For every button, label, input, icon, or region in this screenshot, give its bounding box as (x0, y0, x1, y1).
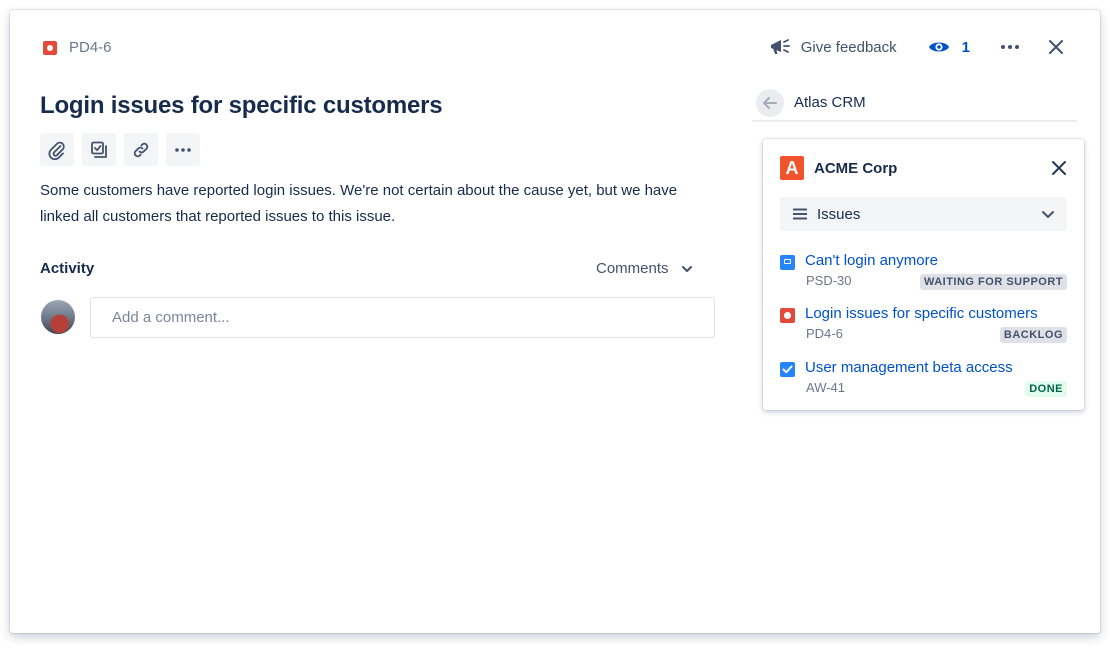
comment-input[interactable] (90, 297, 715, 338)
company-name[interactable]: ACME Corp (814, 160, 897, 177)
linked-issue-key: PD4-6 (806, 326, 843, 341)
more-icon (1001, 45, 1019, 49)
give-feedback-button[interactable]: Give feedback (769, 38, 897, 56)
activity-heading: Activity (40, 260, 95, 277)
close-card-button[interactable] (1051, 160, 1067, 176)
link-icon (133, 142, 149, 157)
close-icon (1052, 161, 1066, 175)
attach-button[interactable] (40, 133, 74, 166)
activity-filter-dropdown[interactable]: Comments (596, 260, 693, 277)
more-icon (175, 147, 191, 152)
link-issue-button[interactable] (124, 133, 158, 166)
issues-dropdown[interactable]: Issues (780, 197, 1067, 231)
app-name: Atlas CRM (794, 94, 866, 111)
megaphone-icon (770, 39, 790, 54)
linked-issue-title[interactable]: User management beta access (805, 359, 1013, 376)
eye-icon (928, 42, 949, 52)
watch-button[interactable]: 1 (928, 39, 970, 56)
company-card: A ACME Corp Issues Can't login anymore P… (763, 139, 1084, 410)
issue-key[interactable]: PD4-6 (69, 39, 112, 56)
status-badge: BACKLOG (999, 327, 1067, 343)
issue-modal: PD4-6 Give feedback 1 Login issues for s… (10, 10, 1100, 633)
linked-issue-item[interactable]: Can't login anymore PSD-30 WAITING FOR S… (780, 251, 1067, 291)
watch-count: 1 (961, 38, 970, 56)
activity-filter-value: Comments (596, 260, 669, 277)
linked-issue-title[interactable]: Can't login anymore (805, 252, 938, 269)
panel-header: Atlas CRM (752, 89, 1077, 122)
header-actions: Give feedback 1 (769, 36, 1064, 58)
company-header: A ACME Corp (780, 156, 1067, 180)
chevron-down-icon (1041, 210, 1055, 219)
paperclip-icon (48, 141, 65, 160)
add-subtask-button[interactable] (82, 133, 116, 166)
give-feedback-label: Give feedback (800, 38, 897, 56)
close-icon (1049, 40, 1063, 54)
issue-title[interactable]: Login issues for specific customers (40, 92, 443, 120)
more-actions-button[interactable] (1000, 44, 1020, 50)
bug-icon (43, 40, 57, 55)
avatar (41, 300, 75, 334)
linked-issue-item[interactable]: User management beta access AW-41 DONE (780, 358, 1067, 398)
company-logo: A (780, 156, 804, 180)
chevron-down-icon (681, 265, 692, 272)
linked-issue-item[interactable]: Login issues for specific customers PD4-… (780, 304, 1067, 344)
linked-issue-title[interactable]: Login issues for specific customers (805, 305, 1038, 322)
issue-description[interactable]: Some customers have reported login issue… (40, 178, 720, 230)
issue-toolbar (40, 133, 208, 166)
linked-issue-key: AW-41 (806, 380, 846, 395)
status-badge: WAITING FOR SUPPORT (919, 274, 1067, 290)
menu-icon (793, 208, 807, 220)
task-icon (780, 362, 795, 377)
subtask-icon (91, 141, 107, 158)
close-modal-button[interactable] (1048, 39, 1064, 55)
issues-dropdown-value: Issues (817, 205, 861, 223)
issue-breadcrumb[interactable]: PD4-6 (43, 39, 112, 56)
more-toolbar-button[interactable] (166, 133, 200, 166)
bug-icon (780, 308, 795, 323)
status-badge: DONE (1025, 381, 1067, 397)
support-icon (780, 255, 795, 270)
back-button[interactable] (756, 89, 784, 117)
arrow-left-icon (763, 97, 777, 109)
linked-issue-key: PSD-30 (806, 273, 852, 288)
